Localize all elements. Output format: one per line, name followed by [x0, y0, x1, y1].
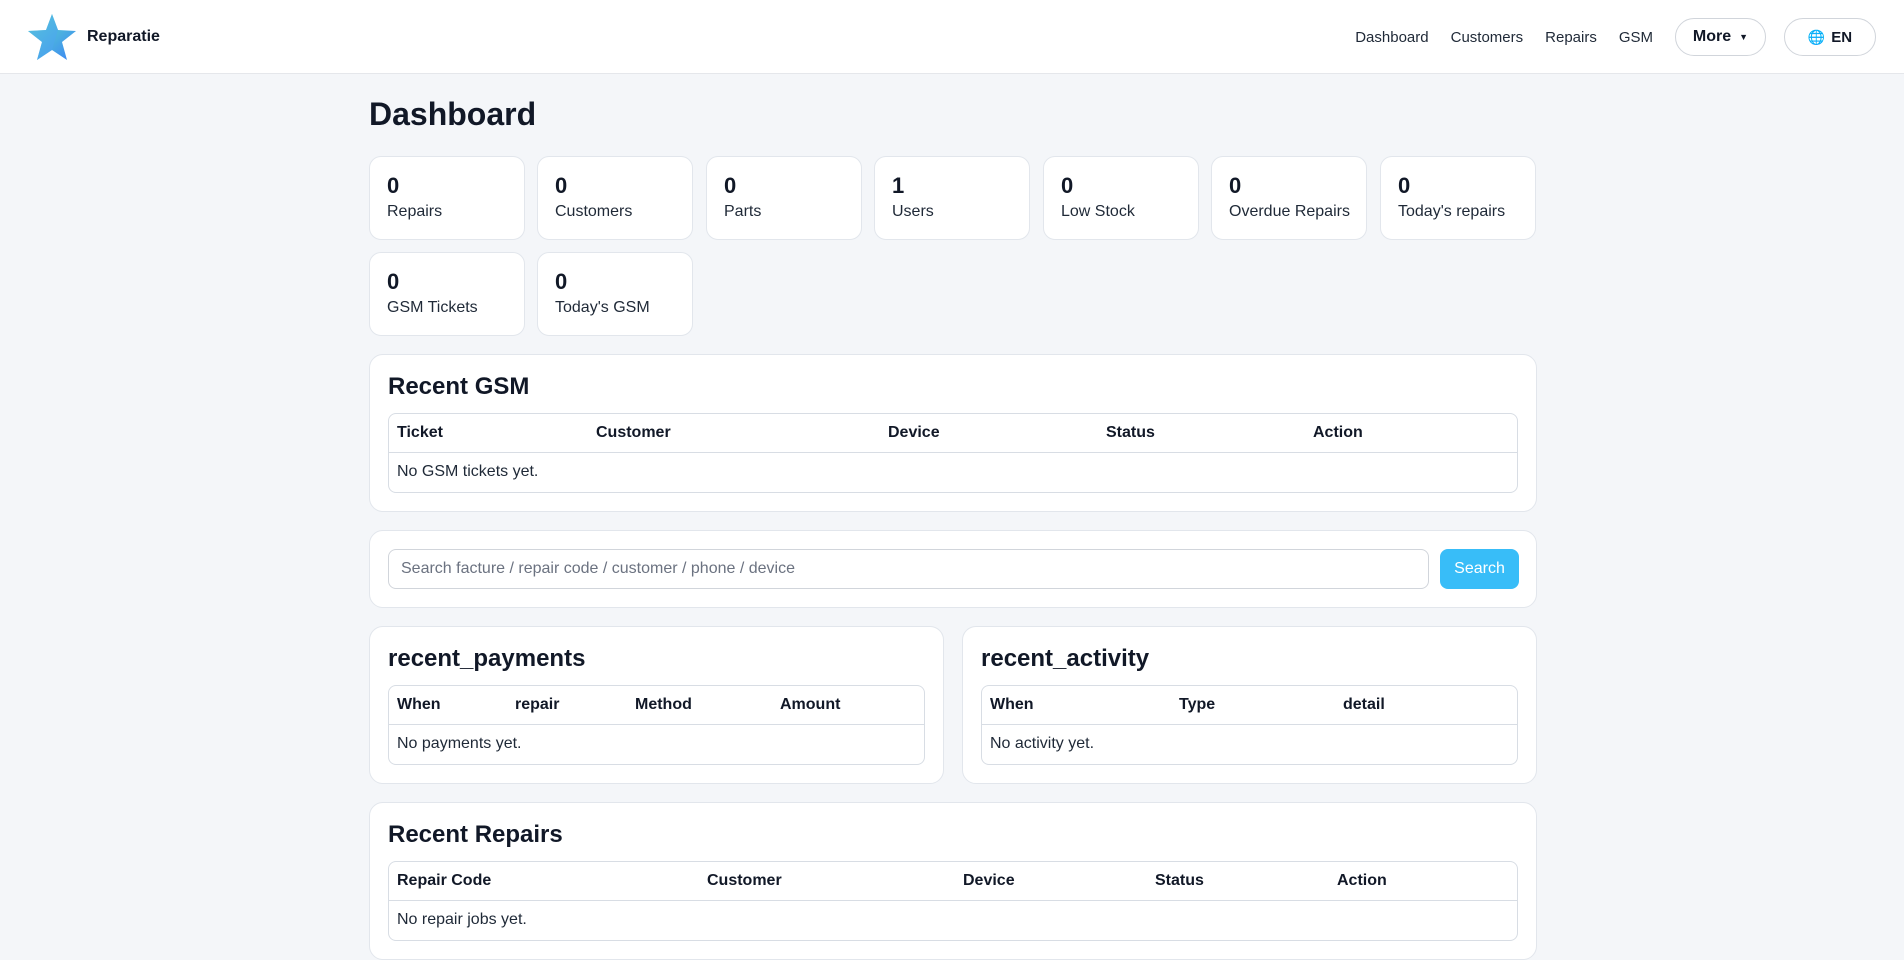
stat-card-gsm-tickets: 0 GSM Tickets — [369, 252, 525, 336]
column-header: When — [397, 696, 441, 713]
panel-title: recent_payments — [388, 645, 586, 672]
recent-repairs-table: Repair Code Customer Device Status Actio… — [388, 861, 1518, 941]
column-header: Repair Code — [397, 872, 492, 889]
stat-label: Parts — [724, 203, 762, 220]
recent-payments-table: When repair Method Amount No payments ye… — [388, 685, 925, 765]
recent-repairs-panel: Recent Repairs Repair Code Customer Devi… — [369, 802, 1537, 960]
column-header: Device — [963, 872, 1015, 889]
recent-gsm-table: Ticket Customer Device Status Action No … — [388, 413, 1518, 493]
column-header: Status — [1155, 872, 1204, 889]
stat-card-repairs: 0 Repairs — [369, 156, 525, 240]
nav-link-dashboard[interactable]: Dashboard — [1355, 29, 1428, 46]
stat-label: Low Stock — [1061, 203, 1135, 220]
stat-label: Users — [892, 203, 934, 220]
column-header: Customer — [596, 424, 671, 441]
column-header: repair — [515, 696, 560, 713]
stat-label: GSM Tickets — [387, 299, 478, 316]
column-header: Device — [888, 424, 940, 441]
stat-value: 0 — [1229, 173, 1242, 198]
empty-message: No GSM tickets yet. — [397, 463, 539, 480]
stat-value: 0 — [1061, 173, 1074, 198]
stat-value: 1 — [892, 173, 905, 198]
column-header: detail — [1343, 696, 1385, 713]
table-header: When repair Method Amount — [389, 686, 924, 725]
column-header: Customer — [707, 872, 782, 889]
caret-down-icon: ▼ — [1739, 32, 1749, 42]
table-header: Repair Code Customer Device Status Actio… — [389, 862, 1517, 901]
stat-value: 0 — [724, 173, 737, 198]
stat-value: 0 — [1398, 173, 1411, 198]
recent-payments-panel: recent_payments When repair Method Amoun… — [369, 626, 944, 784]
more-dropdown-button[interactable]: More ▼ — [1675, 18, 1766, 56]
stat-card-low-stock: 0 Low Stock — [1043, 156, 1199, 240]
stat-card-parts: 0 Parts — [706, 156, 862, 240]
brand[interactable]: Reparatie — [27, 12, 160, 62]
column-header: Action — [1337, 872, 1387, 889]
empty-message: No activity yet. — [990, 735, 1095, 752]
column-header: Amount — [780, 696, 841, 713]
language-label: EN — [1831, 28, 1853, 46]
empty-message: No repair jobs yet. — [397, 911, 527, 928]
stat-card-todays-gsm: 0 Today's GSM — [537, 252, 693, 336]
recent-activity-panel: recent_activity When Type detail No acti… — [962, 626, 1537, 784]
stat-card-users: 1 Users — [874, 156, 1030, 240]
column-header: When — [990, 696, 1034, 713]
recent-activity-table: When Type detail No activity yet. — [981, 685, 1518, 765]
empty-message: No payments yet. — [397, 735, 522, 752]
top-navbar: Reparatie Dashboard Customers Repairs GS… — [0, 0, 1904, 74]
panel-title: recent_activity — [981, 645, 1150, 672]
panel-title: Recent GSM — [388, 373, 530, 400]
search-panel: Search — [369, 530, 1537, 608]
column-header: Status — [1106, 424, 1155, 441]
more-label: More — [1692, 28, 1732, 45]
stat-value: 0 — [387, 173, 400, 198]
stat-card-customers: 0 Customers — [537, 156, 693, 240]
column-header: Ticket — [397, 424, 443, 441]
column-header: Type — [1179, 696, 1216, 713]
panel-title: Recent Repairs — [388, 821, 563, 848]
stat-label: Customers — [555, 203, 633, 220]
table-header: Ticket Customer Device Status Action — [389, 414, 1517, 453]
globe-icon: 🌐 — [1807, 28, 1826, 45]
nav-link-gsm[interactable]: GSM — [1619, 29, 1653, 46]
table-header: When Type detail — [982, 686, 1517, 725]
recent-gsm-panel: Recent GSM Ticket Customer Device Status… — [369, 354, 1537, 512]
stat-label: Today's repairs — [1398, 203, 1506, 220]
stat-value: 0 — [555, 269, 568, 294]
stat-label: Today's GSM — [555, 299, 650, 316]
column-header: Method — [635, 696, 692, 713]
brand-name: Reparatie — [87, 28, 160, 45]
search-input[interactable] — [388, 549, 1429, 589]
nav-link-customers[interactable]: Customers — [1451, 29, 1524, 46]
stat-card-overdue-repairs: 0 Overdue Repairs — [1211, 156, 1367, 240]
stat-label: Overdue Repairs — [1229, 203, 1350, 220]
stat-card-todays-repairs: 0 Today's repairs — [1380, 156, 1536, 240]
star-logo-icon — [28, 14, 76, 60]
stat-value: 0 — [555, 173, 568, 198]
column-header: Action — [1313, 424, 1363, 441]
nav-link-repairs[interactable]: Repairs — [1545, 29, 1597, 46]
main-nav: Dashboard Customers Repairs GSM More ▼ 🌐… — [1355, 18, 1876, 56]
page-title: Dashboard — [369, 96, 537, 132]
stat-value: 0 — [387, 269, 400, 294]
language-selector[interactable]: 🌐 EN — [1784, 18, 1876, 56]
stat-label: Repairs — [387, 203, 443, 220]
search-button[interactable]: Search — [1440, 549, 1519, 589]
